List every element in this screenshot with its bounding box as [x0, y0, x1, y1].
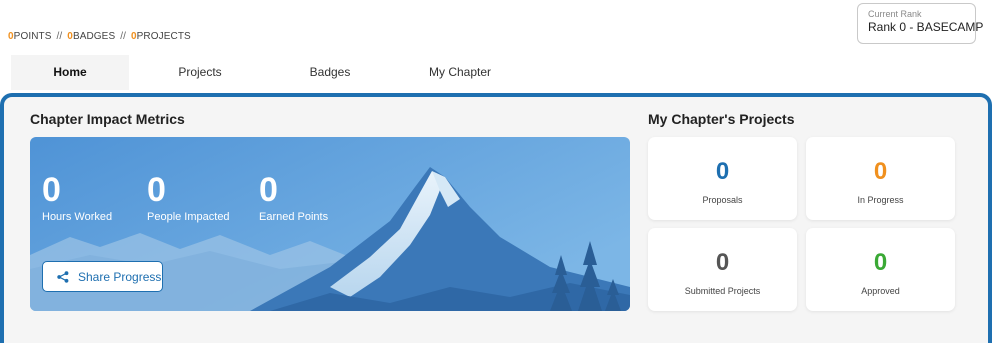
people-impacted-value: 0 — [147, 171, 166, 209]
tab-my-chapter[interactable]: My Chapter — [401, 55, 519, 90]
chapter-projects-title: My Chapter's Projects — [648, 111, 795, 127]
approved-label: Approved — [861, 286, 900, 296]
proposals-count: 0 — [715, 158, 730, 185]
points-label: POINTS — [13, 31, 52, 42]
card-in-progress[interactable]: 0 In Progress — [806, 137, 955, 220]
badges-label: BADGES — [72, 31, 116, 42]
metric-people-impacted: 0 People Impacted — [147, 173, 230, 223]
tab-badges[interactable]: Badges — [271, 55, 389, 90]
earned-points-label: Earned Points — [259, 211, 329, 223]
dashboard-panel: Chapter Impact Metrics 0 Hours Worked 0 … — [0, 93, 992, 343]
proposals-label: Proposals — [702, 195, 743, 205]
stats-separator: // — [56, 31, 63, 42]
current-rank-value: Rank 0 - BASECAMP — [868, 20, 984, 34]
in-progress-count: 0 — [873, 158, 888, 185]
impact-hero-card: 0 Hours Worked 0 People Impacted 0 Earne… — [30, 137, 630, 311]
current-rank-label: Current Rank — [868, 9, 922, 19]
metric-earned-points: 0 Earned Points — [259, 173, 328, 223]
card-submitted-projects[interactable]: 0 Submitted Projects — [648, 228, 797, 311]
impact-metrics-title: Chapter Impact Metrics — [30, 111, 185, 127]
stats-separator: // — [120, 31, 126, 42]
people-impacted-label: People Impacted — [147, 211, 230, 223]
share-icon — [57, 270, 69, 283]
submitted-projects-label: Submitted Projects — [684, 286, 761, 296]
tab-home[interactable]: Home — [11, 55, 129, 90]
tab-projects[interactable]: Projects — [141, 55, 259, 90]
share-progress-label: Share Progress — [78, 269, 162, 284]
in-progress-label: In Progress — [857, 195, 904, 205]
metric-hours-worked: 0 Hours Worked — [42, 173, 112, 223]
submitted-projects-count: 0 — [715, 249, 730, 276]
card-proposals[interactable]: 0 Proposals — [648, 137, 797, 220]
approved-count: 0 — [873, 249, 888, 276]
hours-worked-label: Hours Worked — [42, 211, 113, 223]
card-approved[interactable]: 0 Approved — [806, 228, 955, 311]
main-tabs: Home Projects Badges My Chapter — [11, 55, 519, 90]
hours-worked-value: 0 — [42, 171, 61, 209]
share-progress-button[interactable]: Share Progress — [42, 261, 163, 292]
user-stats: 0POINTS//0BADGES//0PROJECTS — [8, 31, 191, 42]
earned-points-value: 0 — [259, 171, 278, 209]
current-rank-box: Current Rank Rank 0 - BASECAMP — [857, 3, 984, 44]
projects-label: PROJECTS — [136, 31, 191, 42]
